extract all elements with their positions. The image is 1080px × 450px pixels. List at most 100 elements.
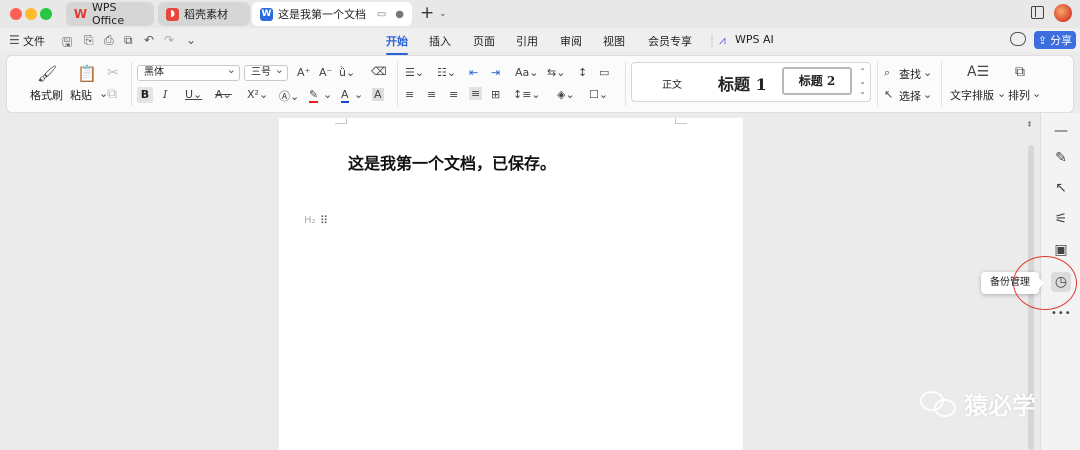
close-window-button[interactable] <box>10 8 22 20</box>
styles-scroll-icon[interactable]: ⌃ ⌄ ⌄ <box>859 67 866 97</box>
tab-insert[interactable]: 插入 <box>429 33 451 49</box>
increase-indent-icon[interactable]: ⇥ <box>491 66 500 79</box>
font-color-dropdown-icon[interactable]: ⌄ <box>354 88 363 101</box>
redo-icon[interactable]: ↷ <box>164 33 174 47</box>
strikethrough-button[interactable]: A⌄ <box>215 88 232 101</box>
char-shading-icon[interactable]: A <box>372 88 384 101</box>
style-heading-1[interactable]: 标题 1 <box>718 71 767 95</box>
bold-button[interactable]: B <box>137 87 153 103</box>
align-right-icon[interactable]: ≡ <box>449 88 458 101</box>
shading-icon[interactable]: ◈⌄ <box>557 88 575 101</box>
copy-icon[interactable]: ⧉ <box>107 86 117 102</box>
text-effect-button[interactable]: Ⓐ⌄ <box>279 88 299 104</box>
align-left-icon[interactable]: ≡ <box>405 88 414 101</box>
export-icon[interactable]: ⎘ <box>84 33 94 48</box>
select-button[interactable]: 选择 <box>899 88 921 104</box>
sidebar-toggle-icon[interactable] <box>1031 6 1044 19</box>
tab-references[interactable]: 引用 <box>516 33 538 49</box>
pen-icon[interactable]: ✎ <box>1051 148 1071 168</box>
hamburger-menu-icon[interactable]: ☰ <box>9 33 20 47</box>
tab-wps-office[interactable]: W WPS Office <box>66 1 154 27</box>
share-button[interactable]: ⇪ 分享 <box>1034 31 1076 49</box>
tab-page[interactable]: 页面 <box>473 33 495 49</box>
tab-view[interactable]: 视图 <box>603 33 625 49</box>
cloud-sync-icon[interactable] <box>1010 32 1026 46</box>
unsaved-dot-icon[interactable]: ● <box>395 9 404 20</box>
tab-label: WPS Office <box>92 1 125 27</box>
style-heading-2[interactable]: 标题 2 <box>782 67 852 95</box>
line-spacing-icon[interactable]: ↕≡⌄ <box>513 88 541 101</box>
adjust-settings-icon[interactable]: ⚟ <box>1051 209 1071 229</box>
drag-handle-icon[interactable]: ⠿ <box>320 214 328 227</box>
wps-logo-icon: W <box>73 7 88 21</box>
text-layout-button[interactable]: 文字排版 <box>950 87 994 103</box>
tab-home[interactable]: 开始 <box>386 33 408 55</box>
decrease-indent-icon[interactable]: ⇤ <box>469 66 478 79</box>
italic-button[interactable]: I <box>163 88 167 101</box>
font-name-select[interactable]: 黑体 <box>137 63 240 81</box>
clear-format-icon[interactable]: ⌫ <box>371 65 387 78</box>
arrange-button[interactable]: 排列 <box>1008 87 1030 103</box>
line-break-icon[interactable]: ⇆⌄ <box>547 66 565 79</box>
search-icon: ⌕ <box>884 66 891 79</box>
heading-level-icon[interactable]: H₂ <box>304 215 316 226</box>
decrease-font-icon[interactable]: A⁻ <box>319 66 332 79</box>
tab-member[interactable]: 会员专享 <box>648 33 692 49</box>
menu-bar: ☰ 文件 🖫 ⎘ ⎙ ⧉ ↶ ↷ ⌄ 开始 插入 页面 引用 审阅 视图 会员专… <box>0 28 1080 55</box>
save-icon[interactable]: 🖫 <box>62 33 72 54</box>
font-size-select[interactable]: 三号 <box>244 63 288 81</box>
print-preview-icon[interactable]: ⧉ <box>124 33 133 48</box>
tab-current-document[interactable]: W 这是我第一个文档 ▭ ● <box>252 2 412 26</box>
distributed-align-icon[interactable]: ⊞ <box>491 88 500 101</box>
borders-icon[interactable]: ☐⌄ <box>589 88 608 101</box>
wechat-logo-icon <box>920 389 958 419</box>
minimize-panel-icon[interactable]: — <box>1051 121 1071 141</box>
find-button[interactable]: 查找 <box>899 66 921 82</box>
divider <box>397 62 398 106</box>
avatar[interactable] <box>1054 4 1072 22</box>
increase-font-icon[interactable]: A⁺ <box>297 66 310 79</box>
arrange-dropdown-icon[interactable]: ⌄ <box>1032 87 1041 100</box>
tab-review[interactable]: 审阅 <box>560 33 582 49</box>
new-tab-plus-icon[interactable]: + <box>420 5 434 22</box>
share-icon: ⇪ <box>1037 33 1048 47</box>
select-dropdown-icon[interactable]: ⌄ <box>923 88 932 101</box>
cut-icon[interactable]: ✂ <box>107 65 119 81</box>
minimize-window-button[interactable] <box>25 8 37 20</box>
margin-corner-left <box>335 118 347 124</box>
sort-icon[interactable]: ↕ <box>578 66 587 79</box>
tab-wps-ai[interactable]: WPS AI <box>735 33 774 46</box>
highlight-color-icon[interactable]: ✎ <box>309 88 319 103</box>
align-center-icon[interactable]: ≡ <box>427 88 436 101</box>
paste-button[interactable]: 粘贴 <box>70 87 92 103</box>
format-painter-icon: 🖌 <box>37 64 58 83</box>
document-page[interactable]: 这是我第一个文档，已保存。 <box>279 118 743 450</box>
print-icon[interactable]: ⎙ <box>104 33 114 48</box>
style-normal[interactable]: 正文 <box>662 76 682 91</box>
share-label: 分享 <box>1050 34 1073 47</box>
document-body-text[interactable]: 这是我第一个文档，已保存。 <box>348 150 556 174</box>
show-marks-icon[interactable]: ▭ <box>599 66 609 79</box>
find-dropdown-icon[interactable]: ⌄ <box>923 66 932 79</box>
phonetic-guide-icon[interactable]: ǜ⌄ <box>339 66 355 79</box>
screen-icon[interactable]: ▭ <box>377 9 386 20</box>
cursor-icon[interactable]: ↖ <box>1051 178 1071 198</box>
undo-icon[interactable]: ↶ <box>144 33 154 47</box>
scroll-collapse-icon[interactable]: ⇞ <box>1026 120 1033 129</box>
quick-access-dropdown-icon[interactable]: ⌄ <box>186 33 196 47</box>
change-case-icon[interactable]: Aa⌄ <box>515 66 538 79</box>
superscript-button[interactable]: X²⌄ <box>247 88 268 101</box>
bullet-list-icon[interactable]: ☰⌄ <box>405 66 424 79</box>
highlight-dropdown-icon[interactable]: ⌄ <box>323 88 332 101</box>
format-painter-button[interactable]: 格式刷 <box>30 87 63 103</box>
font-color-icon[interactable]: A <box>341 88 349 103</box>
text-layout-dropdown-icon[interactable]: ⌄ <box>997 87 1006 100</box>
justify-icon[interactable]: ≡ <box>469 87 483 100</box>
tab-dropdown-chevron-icon[interactable]: ⌄ <box>439 9 447 19</box>
divider <box>941 62 942 106</box>
numbered-list-icon[interactable]: ☷⌄ <box>437 66 456 79</box>
file-menu[interactable]: 文件 <box>23 33 45 49</box>
maximize-window-button[interactable] <box>40 8 52 20</box>
underline-button[interactable]: U⌄ <box>185 88 202 101</box>
tab-daoke-materials[interactable]: ◗ 稻壳素材 <box>158 2 250 26</box>
